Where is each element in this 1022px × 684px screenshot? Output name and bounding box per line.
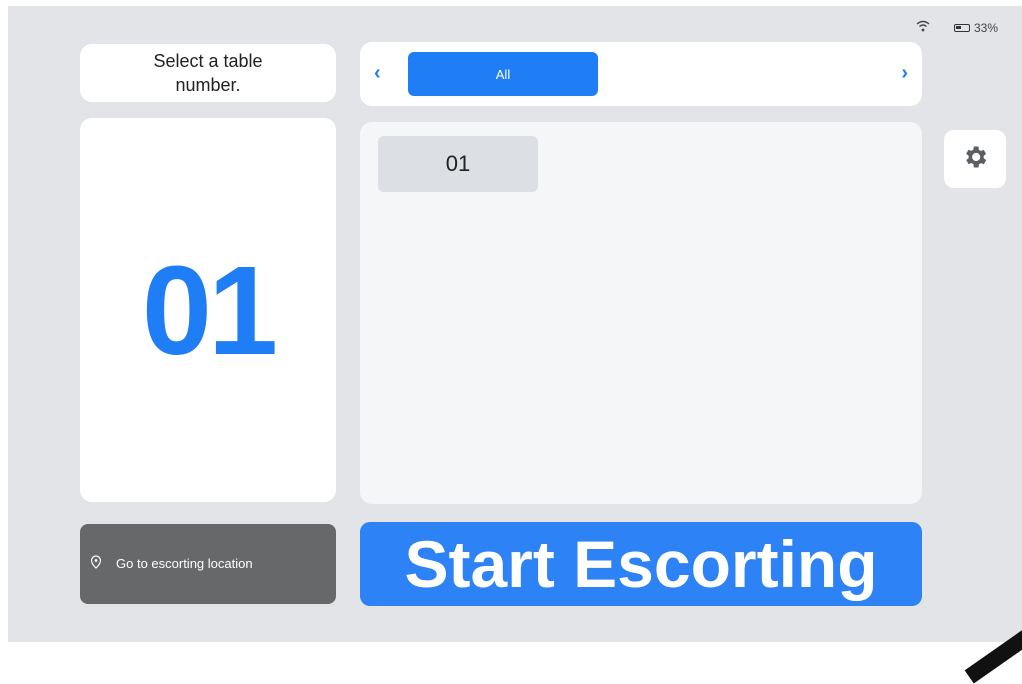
settings-button[interactable] (944, 130, 1006, 188)
start-escorting-label: Start Escorting (404, 527, 878, 601)
prompt-text: Select a table number. (153, 51, 263, 95)
select-table-prompt: Select a table number. (80, 44, 336, 102)
battery-percent: 33% (973, 20, 998, 35)
start-escorting-button[interactable]: Start Escorting (360, 522, 922, 606)
gear-icon (961, 143, 989, 176)
battery-icon (953, 23, 970, 32)
go-to-location-label: Go to escorting location (116, 556, 253, 571)
battery-indicator: 33% (953, 20, 998, 35)
app-screen: 33% Select a table number. ‹ All › 01 01… (8, 6, 1022, 684)
table-grid: 01 (360, 122, 922, 504)
selected-table-number: 01 (141, 239, 278, 381)
watermark-stroke (964, 624, 1022, 684)
wifi-icon (916, 20, 930, 35)
table-filter-bar: ‹ All › (360, 42, 922, 106)
chevron-left-icon[interactable]: ‹ (374, 62, 381, 85)
selected-table-display: 01 (80, 118, 336, 502)
location-pin-icon (90, 554, 102, 574)
go-to-escorting-location-button[interactable]: Go to escorting location (80, 524, 336, 604)
status-bar: 33% (916, 20, 998, 35)
table-button-01[interactable]: 01 (378, 136, 538, 192)
tab-all[interactable]: All (408, 52, 598, 96)
chevron-right-icon[interactable]: › (901, 62, 908, 85)
